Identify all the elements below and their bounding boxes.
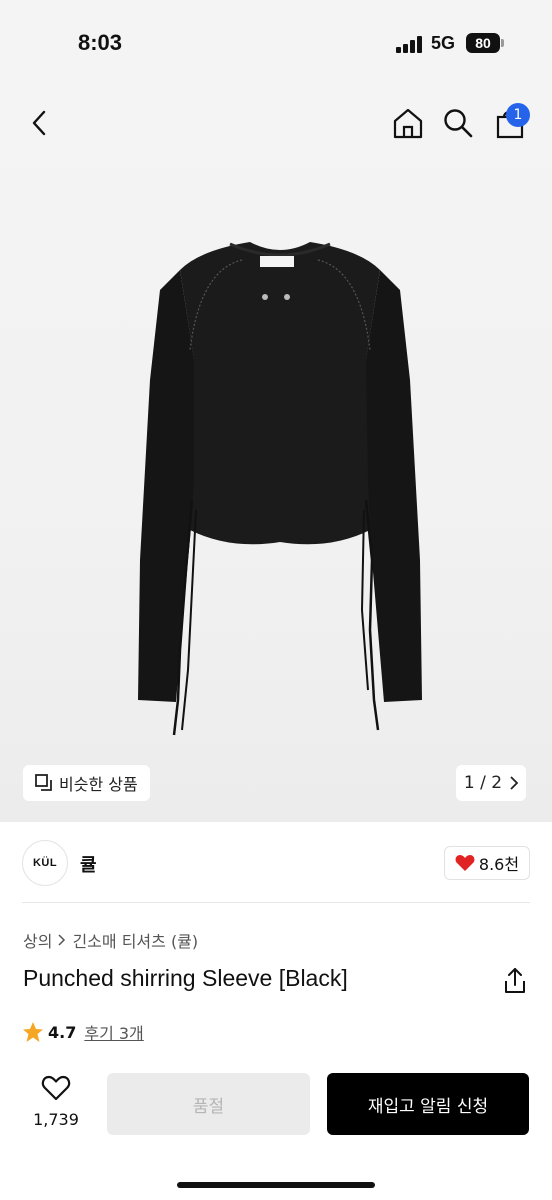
like-button[interactable]: 8.6천 (444, 846, 530, 880)
divider (22, 902, 530, 903)
signal-icon (396, 35, 424, 53)
soldout-button[interactable]: 품절 (107, 1073, 310, 1135)
product-gallery[interactable]: 8:03 5G 80 1 비슷한 상품 1 / 2 (0, 0, 552, 822)
similar-products-label: 비슷한 상품 (59, 775, 138, 794)
wishlist-button[interactable]: 1,739 (30, 1074, 82, 1136)
home-indicator (177, 1182, 375, 1188)
heart-outline-icon (41, 1075, 71, 1101)
breadcrumb-category[interactable]: 상의 (23, 928, 52, 952)
rating-value: 4.7 (48, 1022, 77, 1042)
seller-name[interactable]: 큘 (80, 851, 97, 877)
heart-icon (455, 855, 475, 871)
chevron-right-icon (510, 776, 519, 790)
review-link[interactable]: 후기 3개 (84, 1020, 143, 1044)
nav-bar (0, 95, 552, 153)
chevron-right-icon (58, 934, 66, 946)
wishlist-count: 1,739 (33, 1110, 79, 1129)
similar-products-button[interactable]: 비슷한 상품 (23, 765, 150, 801)
status-time: 8:03 (78, 30, 123, 55)
breadcrumb-subcategory[interactable]: 긴소매 티셔츠 (큘) (72, 928, 198, 952)
home-icon[interactable] (386, 95, 430, 151)
cart-badge: 1 (506, 103, 530, 127)
battery-icon: 80 (466, 33, 500, 53)
product-image[interactable] (130, 230, 430, 750)
seller-logo[interactable]: KÜL (22, 840, 68, 886)
network-type: 5G (431, 33, 456, 53)
pager-text: 1 / 2 (463, 773, 503, 793)
status-bar: 8:03 5G 80 (0, 0, 552, 90)
search-icon[interactable] (436, 95, 480, 151)
battery-tip (501, 39, 504, 47)
image-pager[interactable]: 1 / 2 (456, 765, 526, 801)
breadcrumb: 상의 긴소매 티셔츠 (큘) (23, 928, 198, 952)
like-count: 8.6천 (478, 855, 520, 874)
restock-alert-button[interactable]: 재입고 알림 신청 (327, 1073, 529, 1135)
copy-icon (35, 774, 52, 791)
share-icon[interactable] (500, 966, 530, 996)
star-icon (23, 1022, 43, 1042)
back-icon[interactable] (18, 95, 62, 151)
rating-row: 4.7 후기 3개 (22, 1020, 144, 1044)
product-title: Punched shirring Sleeve [Black] (23, 965, 348, 991)
